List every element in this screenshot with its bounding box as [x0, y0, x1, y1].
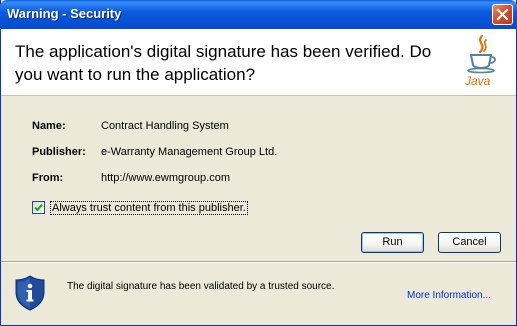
name-value: Contract Handling System — [101, 120, 229, 132]
close-button[interactable] — [492, 4, 513, 25]
footer-divider — [1, 261, 516, 263]
footer-message: The digital signature has been validated… — [67, 281, 335, 292]
security-warning-dialog: Warning - Security The application's dig… — [0, 0, 517, 326]
publisher-label: Publisher: — [32, 146, 86, 158]
java-logo-text: Java — [464, 74, 491, 88]
title-bar[interactable]: Warning - Security — [0, 0, 517, 29]
always-trust-label[interactable]: Always trust content from this publisher… — [50, 201, 248, 215]
run-button[interactable]: Run — [361, 232, 424, 253]
from-label: From: — [32, 172, 64, 184]
checkmark-icon — [34, 203, 43, 212]
from-value: http://www.ewmgroup.com — [101, 172, 230, 184]
close-icon — [496, 8, 509, 21]
publisher-value: e-Warranty Management Group Ltd. — [101, 146, 278, 158]
window-title: Warning - Security — [7, 6, 122, 21]
more-information-link[interactable]: More Information... — [407, 290, 491, 301]
header-panel: The application's digital signature has … — [1, 29, 516, 96]
always-trust-checkbox[interactable] — [32, 201, 45, 214]
name-label: Name: — [32, 120, 66, 132]
java-logo: Java — [464, 34, 496, 88]
info-shield-icon — [15, 275, 45, 311]
cancel-button[interactable]: Cancel — [438, 232, 501, 253]
header-message: The application's digital signature has … — [15, 42, 432, 84]
